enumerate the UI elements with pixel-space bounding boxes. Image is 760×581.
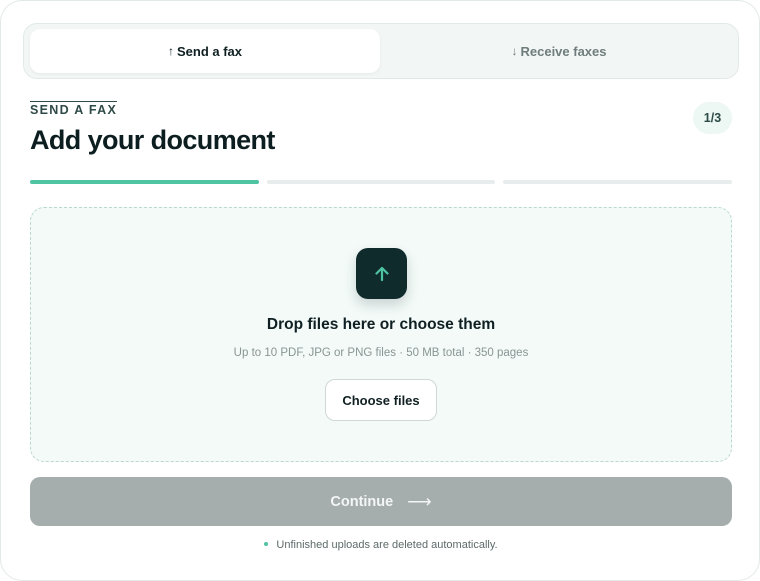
tab-send-fax-label: Send a fax [176,43,243,59]
fax-card: ↑ Send a fax ↓ Receive faxes SEND A FAX … [0,0,760,581]
tab-send-fax[interactable]: ↑ Send a fax [30,29,380,73]
continue-button[interactable]: Continue ⟶ [30,477,732,526]
upload-icon-tile[interactable] [356,248,407,299]
tab-receive-faxes-label: Receive faxes [520,43,607,59]
mode-tabs: ↑ Send a fax ↓ Receive faxes [23,23,739,79]
dropzone-hint: Up to 10 PDF, JPG or PNG files · 50 MB t… [233,347,529,359]
footer-note-text: Unfinished uploads are deleted automatic… [276,539,498,551]
file-dropzone[interactable]: Drop files here or choose them Up to 10 … [30,207,732,462]
choose-files-button[interactable]: Choose files [325,379,437,421]
progress-segment-1 [30,180,259,184]
tab-receive-faxes[interactable]: ↓ Receive faxes [384,29,734,73]
arrow-down-icon: ↓ [511,44,518,58]
progress-segment-2 [267,180,495,184]
arrow-right-icon: ⟶ [407,491,432,511]
dropzone-title: Drop files here or choose them [266,316,496,333]
bullet-dot-icon [264,542,269,547]
footer-note: Unfinished uploads are deleted automatic… [1,539,760,551]
arrow-up-icon: ↑ [167,44,174,58]
arrow-up-icon [374,266,389,281]
page-title: Add your document [30,125,275,155]
progress-segment-3 [503,180,732,184]
section-eyebrow: SEND A FAX [30,101,118,117]
continue-label: Continue [330,493,394,510]
step-badge: 1/3 [693,102,732,134]
